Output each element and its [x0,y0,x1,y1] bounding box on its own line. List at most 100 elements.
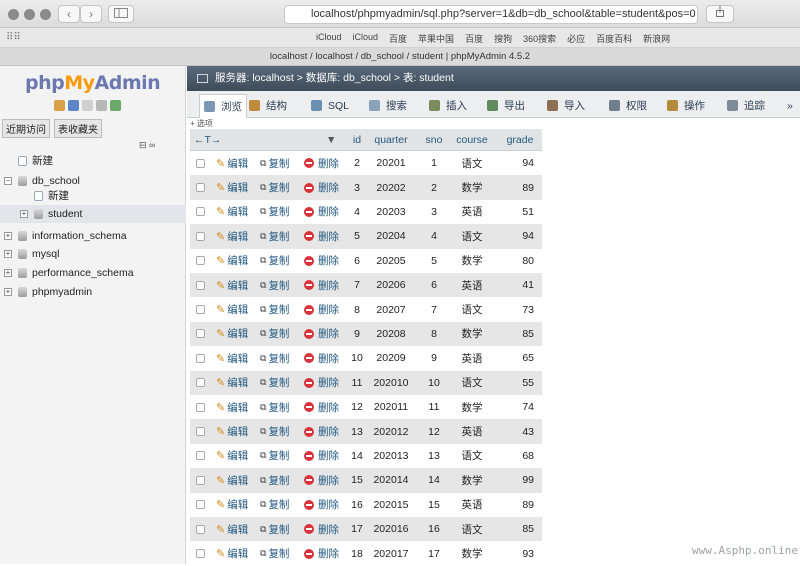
cell-quarter[interactable]: 20204 [368,224,414,248]
cell-grade[interactable]: 68 [498,444,542,468]
column-header-sno[interactable]: sno [422,129,446,150]
cell-course[interactable]: 英语 [452,200,492,224]
cell-id[interactable]: 15 [346,468,368,492]
cell-id[interactable]: 4 [346,200,368,224]
column-header-grade[interactable]: grade [498,129,542,150]
cell-course[interactable]: 语文 [452,297,492,321]
tree-item-performance_schema[interactable]: + performance_schema [0,264,186,282]
cell-grade[interactable]: 74 [498,395,542,419]
delete-row-button[interactable]: 删除 [304,297,339,321]
link-with-main-icon[interactable]: ⊟ ∞ [139,140,165,152]
delete-row-button[interactable]: 删除 [304,371,339,395]
checkbox-box[interactable] [196,451,205,461]
copy-row-button[interactable]: ⧉ 复制 [260,200,289,224]
cell-id[interactable]: 8 [346,297,368,321]
cell-quarter[interactable]: 20206 [368,273,414,297]
delete-row-button[interactable]: 删除 [304,273,339,297]
phpmyadmin-logo[interactable]: phpMyAdmin [25,72,161,94]
delete-row-button[interactable]: 删除 [304,541,339,565]
cell-sno[interactable]: 10 [422,371,446,395]
address-bar[interactable]: localhost/phpmyadmin/sql.php?server=1&db… [284,5,698,24]
tab-browse[interactable]: 浏览 [199,94,247,118]
delete-row-button[interactable]: 删除 [304,322,339,346]
edit-row-button[interactable]: ✎ 编辑 [216,297,248,321]
tab-sql[interactable]: SQL [311,94,349,118]
cell-id[interactable]: 11 [346,371,368,395]
copy-row-button[interactable]: ⧉ 复制 [260,175,289,199]
tab-tracking[interactable]: 追踪 [727,94,765,118]
cell-sno[interactable]: 15 [422,493,446,517]
cell-sno[interactable]: 3 [422,200,446,224]
edit-row-button[interactable]: ✎ 编辑 [216,395,248,419]
edit-row-button[interactable]: ✎ 编辑 [216,493,248,517]
cell-sno[interactable]: 1 [422,151,446,175]
tab-export[interactable]: 导出 [487,94,525,118]
delete-row-button[interactable]: 删除 [304,395,339,419]
delete-row-button[interactable]: 删除 [304,346,339,370]
tab-structure[interactable]: 结构 [249,94,287,118]
cell-course[interactable]: 英语 [452,419,492,443]
cell-quarter[interactable]: 20207 [368,297,414,321]
row-checkbox[interactable] [196,419,205,443]
cell-id[interactable]: 14 [346,444,368,468]
tree-item-information_schema[interactable]: + information_schema [0,227,186,245]
checkbox-box[interactable] [196,549,205,559]
tab-insert[interactable]: 插入 [429,94,467,118]
cell-course[interactable]: 语文 [452,371,492,395]
sidebar-toggle-button[interactable] [108,5,134,23]
copy-row-button[interactable]: ⧉ 复制 [260,541,289,565]
checkbox-box[interactable] [196,378,205,388]
options-link[interactable]: + 选项 [190,118,213,129]
favorite-tables-tab[interactable]: 表收藏夹 [54,119,102,138]
share-button[interactable] [706,5,734,23]
docs-icon[interactable] [82,100,93,111]
copy-row-button[interactable]: ⧉ 复制 [260,322,289,346]
cell-grade[interactable]: 85 [498,517,542,541]
row-checkbox[interactable] [196,493,205,517]
delete-row-button[interactable]: 删除 [304,444,339,468]
zoom-window-icon[interactable] [40,9,51,20]
row-checkbox[interactable] [196,541,205,565]
cell-id[interactable]: 10 [346,346,368,370]
cell-grade[interactable]: 89 [498,175,542,199]
cell-course[interactable]: 数学 [452,468,492,492]
cell-sno[interactable]: 13 [422,444,446,468]
breadcrumb-database[interactable]: 数据库: db_school [306,72,391,84]
bookmark-item[interactable]: 百度百科 [596,32,632,45]
tab-search[interactable]: 搜索 [369,94,407,118]
cell-quarter[interactable]: 202010 [368,371,414,395]
tree-item-new[interactable]: 新建 [0,187,186,205]
copy-row-button[interactable]: ⧉ 复制 [260,371,289,395]
cell-quarter[interactable]: 202015 [368,493,414,517]
checkbox-box[interactable] [196,158,205,168]
tab-privileges[interactable]: 权限 [609,94,647,118]
checkbox-box[interactable] [196,256,205,266]
cell-grade[interactable]: 73 [498,297,542,321]
cell-quarter[interactable]: 202014 [368,468,414,492]
cell-quarter[interactable]: 20208 [368,322,414,346]
cell-id[interactable]: 9 [346,322,368,346]
edit-row-button[interactable]: ✎ 编辑 [216,322,248,346]
tree-item-student[interactable]: + student [0,205,186,223]
cell-quarter[interactable]: 20202 [368,175,414,199]
cell-grade[interactable]: 94 [498,151,542,175]
cell-course[interactable]: 英语 [452,493,492,517]
checkbox-box[interactable] [196,280,205,290]
more-tabs-icon[interactable]: » [787,94,793,118]
expand-icon[interactable]: + [4,288,12,296]
cell-quarter[interactable]: 202013 [368,444,414,468]
column-header-quarter[interactable]: quarter [368,129,414,150]
checkbox-box[interactable] [196,183,205,193]
cell-sno[interactable]: 8 [422,322,446,346]
row-checkbox[interactable] [196,297,205,321]
delete-row-button[interactable]: 删除 [304,249,339,273]
row-checkbox[interactable] [196,175,205,199]
checkbox-box[interactable] [196,427,205,437]
cell-grade[interactable]: 80 [498,249,542,273]
tree-item-mysql[interactable]: + mysql [0,245,186,263]
cell-quarter[interactable]: 202011 [368,395,414,419]
cell-course[interactable]: 数学 [452,249,492,273]
checkbox-box[interactable] [196,305,205,315]
row-checkbox[interactable] [196,273,205,297]
row-checkbox[interactable] [196,224,205,248]
